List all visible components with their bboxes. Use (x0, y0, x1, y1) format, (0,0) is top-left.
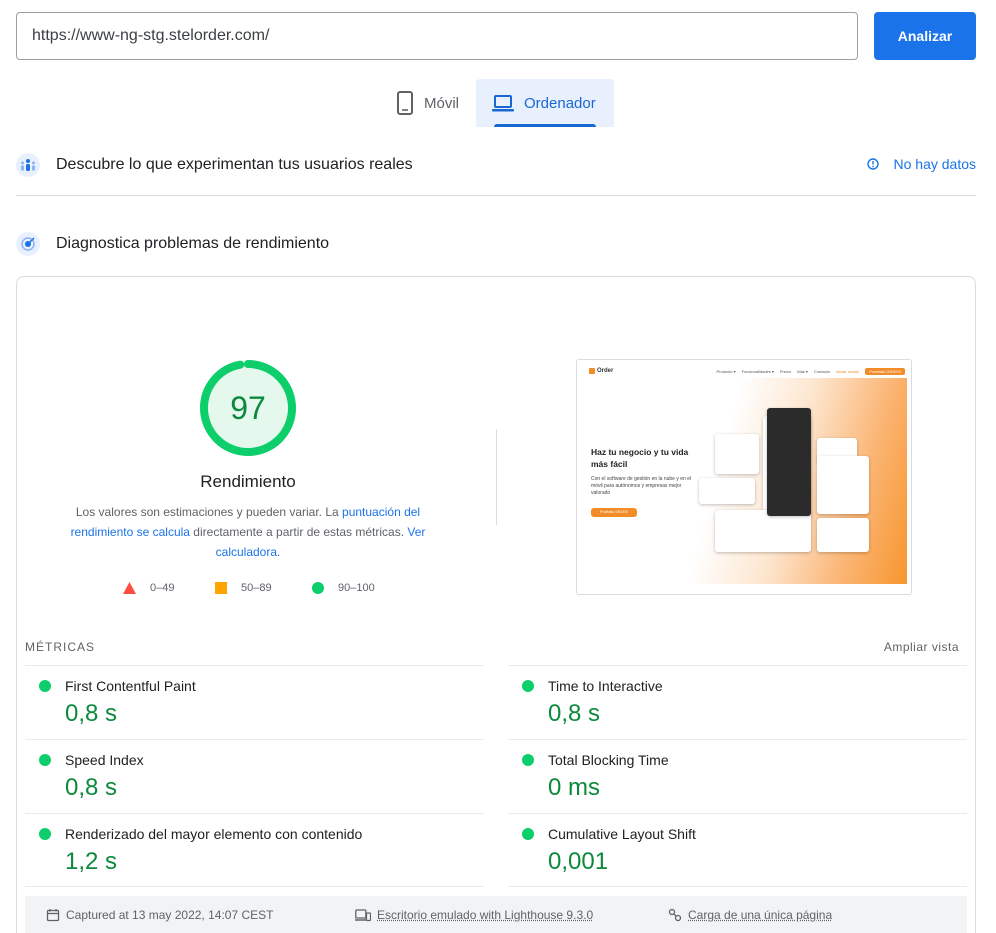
performance-label: Rendimiento (200, 472, 296, 491)
section-divider (16, 195, 976, 196)
devices-icon (355, 909, 371, 922)
captured-info: Captured at 13 may 2022, 14:07 CEST (46, 908, 273, 922)
circle-icon (312, 582, 324, 594)
desc-middle: directamente a partir de estas métricas. (189, 525, 408, 539)
no-data-link[interactable]: No hay datos (866, 156, 977, 172)
metric-name: First Contentful Paint (65, 678, 196, 694)
screenshot-menu: Producto ▾ Funcionalidades ▾ Precio Más … (716, 367, 905, 375)
active-tab-indicator (494, 124, 596, 127)
smartphone-icon (397, 91, 413, 115)
performance-score: 97 (230, 390, 266, 426)
laptop-icon (492, 95, 514, 112)
page-screenshot: Order Producto ▾ Funcionalidades ▾ Preci… (576, 359, 912, 595)
screenshot-nav-3: Más ▾ (797, 368, 808, 374)
metric-value: 0,8 s (548, 700, 601, 727)
screenshot-headline: Haz tu negocio y tu vida más fácil (591, 447, 689, 469)
analyze-button[interactable]: Analizar (874, 12, 976, 60)
metric-lcp: Renderizado del mayor elemento con conte… (25, 813, 484, 887)
target-icon (16, 232, 40, 256)
legend-pass: 90–100 (312, 582, 375, 594)
expand-view-button[interactable]: Ampliar vista (884, 640, 959, 654)
diagnostics-title: Diagnostica problemas de rendimiento (56, 235, 330, 252)
screenshot-logo-text: Order (597, 368, 614, 374)
metric-name: Total Blocking Time (548, 752, 669, 768)
screenshot-button: Pruébalo GRATIS (591, 508, 637, 517)
load-info[interactable]: Carga de una única página (668, 908, 832, 922)
screenshot-cta: Pruébalo GRATIS (865, 367, 905, 375)
screenshot-nav-4: Contacto (813, 368, 830, 374)
metric-fcp: First Contentful Paint 0,8 s (25, 665, 484, 739)
metrics-label: MÉTRICAS (25, 640, 96, 654)
desc-prefix: Los valores son estimaciones y pueden va… (75, 505, 343, 519)
info-icon (866, 158, 879, 170)
pass-icon (39, 680, 51, 692)
legend-average-label: 50–89 (241, 582, 272, 594)
screenshot-panel-list (699, 478, 755, 504)
vertical-divider (496, 429, 497, 525)
pass-icon (522, 828, 534, 840)
screenshot-subhead: Con el software de gestión en la nube y … (591, 476, 692, 496)
diagnostics-section: Diagnostica problemas de rendimiento (16, 231, 976, 257)
legend-fail-label: 0–49 (150, 582, 175, 594)
metric-name: Cumulative Layout Shift (548, 826, 696, 842)
tab-desktop[interactable]: Ordenador (476, 79, 614, 127)
emulation-label: Escritorio emulado with Lighthouse 9.3.0 (377, 908, 594, 922)
pass-icon (522, 680, 534, 692)
metric-cls: Cumulative Layout Shift 0,001 (508, 813, 967, 887)
screenshot-nav-2: Precio (779, 368, 792, 374)
screenshot-panel-signature (817, 518, 869, 552)
url-input[interactable] (16, 12, 858, 60)
metric-name: Time to Interactive (548, 678, 663, 694)
metric-value: 0 ms (548, 774, 601, 801)
screenshot-nav-1: Funcionalidades ▾ (741, 368, 774, 374)
screenshot-nav: Order Producto ▾ Funcionalidades ▾ Preci… (589, 366, 905, 376)
metric-tti: Time to Interactive 0,8 s (508, 665, 967, 739)
metric-value: 0,8 s (65, 700, 118, 727)
metric-name: Renderizado del mayor elemento con conte… (65, 826, 363, 842)
run-info-bar: Captured at 13 may 2022, 14:07 CEST Escr… (25, 896, 967, 933)
tab-desktop-label: Ordenador (524, 94, 596, 112)
metric-value: 1,2 s (65, 848, 118, 875)
metric-tbt: Total Blocking Time 0 ms (508, 739, 967, 813)
legend-fail: 0–49 (123, 582, 174, 594)
metric-name: Speed Index (65, 752, 144, 768)
pass-icon (39, 828, 51, 840)
pass-icon (39, 754, 51, 766)
screenshot-panel-photos (817, 456, 869, 514)
metric-value: 0,8 s (65, 774, 118, 801)
screenshot-panel-chart (715, 434, 759, 474)
emulation-info[interactable]: Escritorio emulado with Lighthouse 9.3.0 (355, 908, 593, 922)
square-icon (215, 582, 227, 594)
screenshot-panel-invoice (715, 510, 811, 552)
logo-icon (589, 368, 595, 374)
single-page-icon (668, 908, 682, 922)
captured-label: Captured at 13 may 2022, 14:07 CEST (66, 908, 274, 922)
legend-average: 50–89 (215, 582, 272, 594)
metric-speed-index: Speed Index 0,8 s (25, 739, 484, 813)
calendar-icon (46, 909, 60, 922)
legend-pass-label: 90–100 (338, 582, 375, 594)
screenshot-nav-0: Producto ▾ (716, 368, 736, 374)
tab-mobile[interactable]: Móvil (384, 79, 476, 127)
load-label: Carga de una única página (688, 908, 833, 922)
screenshot-logo: Order (589, 368, 613, 374)
no-data-label: No hay datos (893, 156, 977, 172)
screenshot-nav-5: Iniciar sesión (835, 368, 860, 374)
real-users-title: Descubre lo que experimentan tus usuario… (56, 156, 413, 173)
pass-icon (522, 754, 534, 766)
tab-mobile-label: Móvil (424, 94, 460, 112)
triangle-icon (123, 582, 136, 594)
metric-value: 0,001 (548, 848, 609, 875)
screenshot-phone (767, 408, 811, 516)
users-icon (16, 153, 40, 177)
real-users-section: Descubre lo que experimentan tus usuario… (16, 152, 976, 178)
performance-description: Los valores son estimaciones y pueden va… (66, 502, 430, 562)
